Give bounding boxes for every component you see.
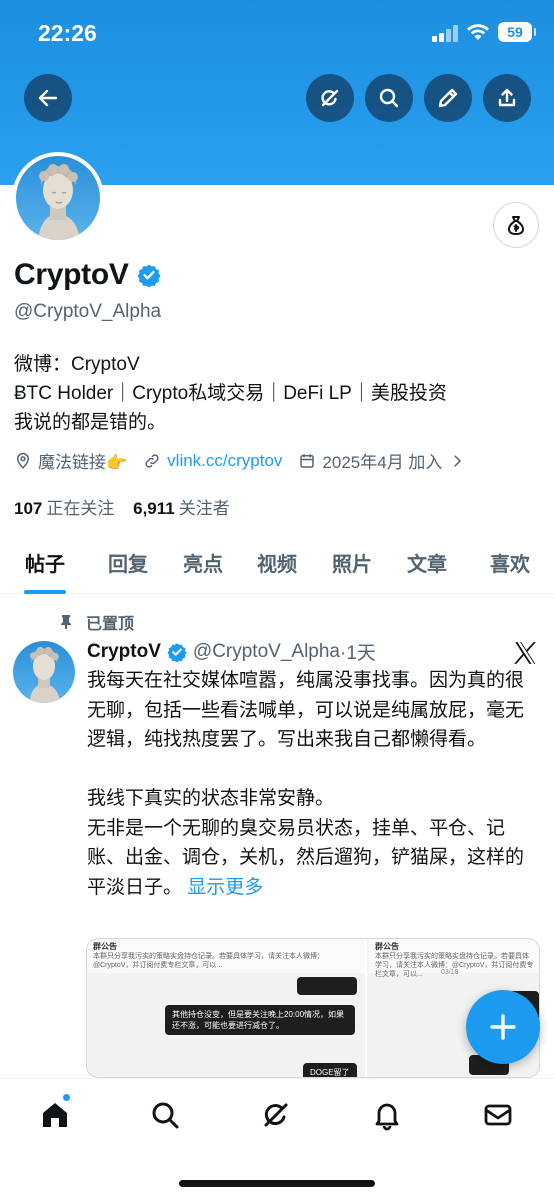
show-more-link[interactable]: 显示更多 bbox=[187, 877, 263, 898]
tip-button[interactable] bbox=[493, 202, 539, 248]
nav-home[interactable] bbox=[37, 1097, 73, 1133]
group-notice: 群公告 本群只分享我污实的策略实盘持仓记录。若要具体学习，请关注本人微博：@Cr… bbox=[369, 939, 539, 978]
bio-line: ɃTC Holder｜Crypto私域交易｜DeFi LP｜美股投资 bbox=[14, 383, 447, 404]
nav-messages[interactable] bbox=[480, 1097, 516, 1133]
followers-label: 关注者 bbox=[178, 499, 230, 518]
post-time: ·1天 bbox=[340, 643, 376, 664]
chat-bubble: 其他持仓没变，但是要关注晚上20:00情况，如果还不涨，可能也要进行减仓了。 bbox=[165, 1005, 355, 1035]
statue-bust-image bbox=[38, 164, 80, 240]
search-icon bbox=[379, 88, 399, 108]
nav-notifications[interactable] bbox=[369, 1097, 405, 1133]
chat-bubble: DOGE留了 bbox=[303, 1063, 357, 1077]
profile-avatar[interactable] bbox=[12, 152, 104, 244]
x-logo-icon[interactable] bbox=[512, 640, 538, 666]
home-indicator bbox=[179, 1180, 375, 1187]
post-paragraph: 无非是一个无聊的臭交易员状态，挂单、平仓、记账、出金、调仓，关机，然后遛狗，铲猫… bbox=[87, 814, 527, 903]
battery-indicator: 59 bbox=[498, 22, 536, 42]
chat-screenshot-left: 群公告 本群只分享我污实的策略实盘持仓记录。若要具体学习，请关注本人微博：@Cr… bbox=[87, 939, 367, 1077]
status-bar: 22:26 59 bbox=[0, 0, 554, 60]
pinned-label: 已置顶 bbox=[58, 610, 134, 634]
search-icon bbox=[152, 1102, 179, 1129]
pin-icon bbox=[61, 615, 71, 629]
tab-videos[interactable]: 视频 bbox=[257, 548, 297, 577]
edit-button[interactable] bbox=[424, 74, 472, 122]
website-link[interactable]: vlink.cc/cryptov bbox=[167, 451, 282, 471]
profile-name-row: CryptoV bbox=[14, 258, 161, 292]
profile-joined[interactable]: 2025年4月 加入 bbox=[298, 448, 466, 473]
profile-handle: @CryptoV_Alpha bbox=[14, 301, 162, 322]
tab-replies[interactable]: 回复 bbox=[108, 548, 148, 577]
bell-icon bbox=[375, 1103, 399, 1131]
pencil-icon bbox=[438, 88, 458, 108]
tab-articles[interactable]: 文章 bbox=[407, 548, 447, 577]
following-count: 107 bbox=[14, 499, 43, 518]
tab-posts[interactable]: 帖子 bbox=[25, 548, 65, 577]
bio-line: 微博：CryptoV bbox=[14, 354, 140, 375]
profile-tabs: 帖子 回复 亮点 视频 照片 文章 喜欢 bbox=[0, 536, 554, 594]
chevron-right-icon bbox=[454, 454, 462, 467]
arrow-left-icon bbox=[38, 89, 58, 107]
pinned-text: 已置顶 bbox=[86, 616, 135, 633]
joined-text: 2025年4月 加入 bbox=[322, 453, 443, 472]
active-tab-indicator bbox=[24, 590, 66, 594]
verified-badge-icon[interactable] bbox=[137, 263, 161, 287]
tab-photos[interactable]: 照片 bbox=[332, 548, 372, 577]
profile-website[interactable]: vlink.cc/cryptov bbox=[143, 451, 282, 471]
following-label: 正在关注 bbox=[46, 499, 115, 518]
notification-dot bbox=[62, 1093, 71, 1102]
verified-badge-icon bbox=[167, 642, 187, 662]
followers-stat[interactable]: 6,911 关注者 bbox=[133, 499, 230, 518]
share-button[interactable] bbox=[483, 74, 531, 122]
chat-image-bubble bbox=[297, 977, 357, 995]
post-header: CryptoV @CryptoV_Alpha ·1天 bbox=[87, 638, 376, 665]
calendar-icon bbox=[300, 453, 315, 468]
nav-search[interactable] bbox=[147, 1097, 183, 1133]
notice-text: 本群只分享我污实的策略实盘持仓记录。若要具体学习，请关注本人微博：@Crypto… bbox=[93, 953, 324, 969]
following-stat[interactable]: 107 正在关注 bbox=[14, 499, 114, 518]
profile-location: 魔法链接👉 bbox=[14, 448, 127, 473]
chat-date: 03/18 bbox=[441, 969, 459, 976]
post-paragraph: 我线下真实的状态非常安静。 bbox=[87, 788, 335, 809]
grok-button[interactable] bbox=[306, 74, 354, 122]
group-notice: 群公告 本群只分享我污实的策略实盘持仓记录。若要具体学习，请关注本人微博：@Cr… bbox=[87, 939, 365, 973]
tab-likes[interactable]: 喜欢 bbox=[490, 548, 530, 577]
search-button[interactable] bbox=[365, 74, 413, 122]
profile-meta: 魔法链接👉 vlink.cc/cryptov 2025年4月 加入 bbox=[14, 448, 482, 473]
share-icon bbox=[498, 88, 516, 107]
nav-grok[interactable] bbox=[258, 1097, 294, 1133]
notice-title: 群公告 bbox=[375, 942, 399, 951]
grok-icon bbox=[264, 1103, 288, 1127]
profile-bio: 微博：CryptoV ɃTC Holder｜Crypto私域交易｜DeFi LP… bbox=[14, 350, 447, 437]
tab-highlights[interactable]: 亮点 bbox=[183, 548, 223, 577]
statue-bust-image bbox=[29, 646, 61, 703]
bio-line: 我说的都是错的。 bbox=[14, 412, 167, 433]
post-text[interactable]: 我每天在社交媒体喧嚣，纯属没事找事。因为真的很无聊，包括一些看法喊单，可以说是纯… bbox=[87, 666, 527, 902]
wifi-icon bbox=[467, 24, 489, 40]
followers-count: 6,911 bbox=[133, 499, 175, 518]
mail-icon bbox=[484, 1104, 512, 1126]
post-paragraph: 我每天在社交媒体喧嚣，纯属没事找事。因为真的很无聊，包括一些看法喊单，可以说是纯… bbox=[87, 670, 525, 750]
status-time: 22:26 bbox=[38, 20, 97, 46]
location-text: 魔法链接👉 bbox=[38, 453, 128, 472]
back-button[interactable] bbox=[24, 74, 72, 122]
money-bag-icon bbox=[508, 216, 524, 235]
cell-signal-icon bbox=[432, 24, 458, 42]
post-paragraph-text: 无非是一个无聊的臭交易员状态，挂单、平仓、记账、出金、调仓，关机，然后遛狗，铲猫… bbox=[87, 817, 525, 898]
post-author-avatar[interactable] bbox=[13, 641, 75, 703]
home-icon bbox=[43, 1103, 67, 1127]
profile-name: CryptoV bbox=[14, 258, 129, 291]
plus-icon bbox=[490, 1014, 516, 1040]
post-author-handle: @CryptoV_Alpha bbox=[192, 640, 340, 662]
grok-icon bbox=[321, 89, 339, 107]
notice-title: 群公告 bbox=[93, 942, 117, 951]
location-pin-icon bbox=[16, 452, 30, 469]
compose-button[interactable] bbox=[466, 990, 540, 1064]
post-author-name[interactable]: CryptoV bbox=[87, 641, 161, 663]
follow-stats: 107 正在关注 6,911 关注者 bbox=[14, 494, 244, 519]
link-icon bbox=[145, 453, 159, 468]
